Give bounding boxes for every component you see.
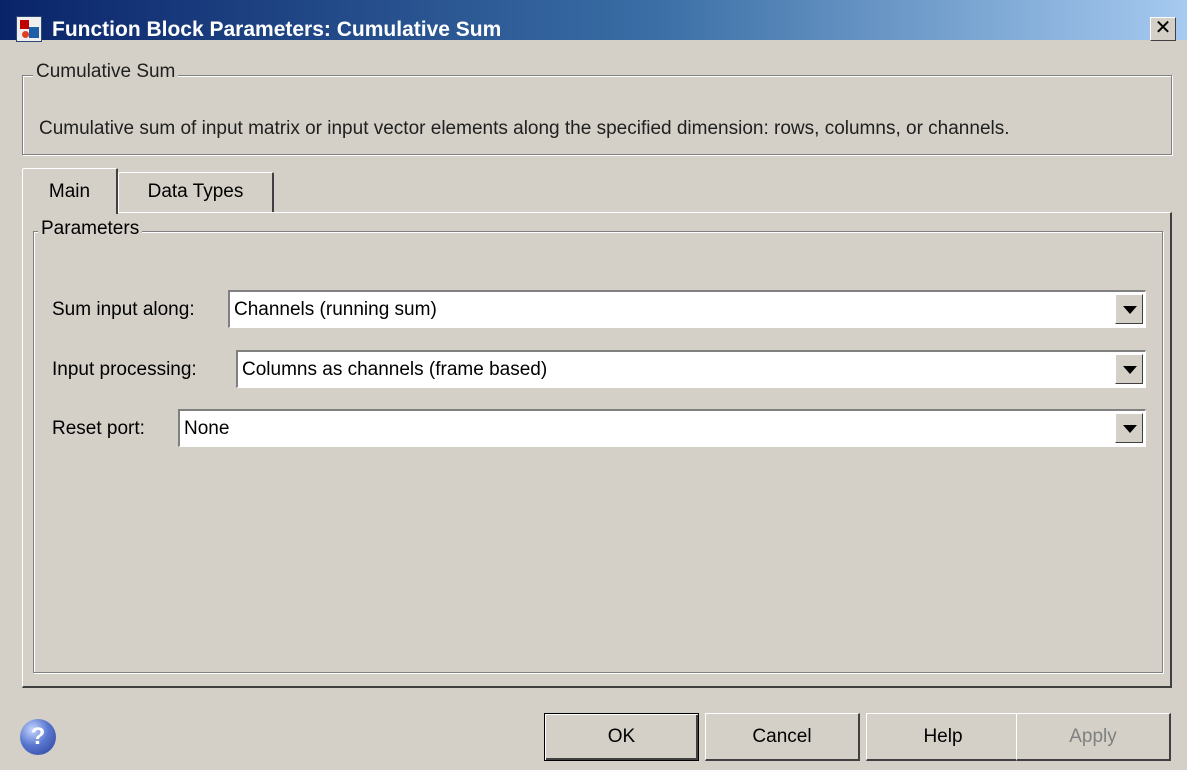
reset-port-value: None (184, 418, 230, 439)
reset-port-select[interactable]: None (178, 409, 1146, 447)
description-group: Cumulative Sum Cumulative sum of input m… (22, 61, 1172, 155)
help-button[interactable]: Help (866, 713, 1021, 761)
sum-input-along-dropdown-button[interactable] (1115, 294, 1143, 324)
help-icon-glyph: ? (30, 723, 46, 750)
chevron-down-icon (1123, 366, 1137, 374)
sum-input-along-select[interactable]: Channels (running sum) (228, 290, 1146, 328)
input-processing-select[interactable]: Columns as channels (frame based) (236, 350, 1146, 388)
cancel-button[interactable]: Cancel (705, 713, 860, 761)
close-button[interactable]: ✕ (1150, 17, 1176, 41)
block-description: Cumulative sum of input matrix or input … (39, 118, 1010, 139)
apply-button[interactable]: Apply (1016, 713, 1171, 761)
reset-port-dropdown-button[interactable] (1115, 413, 1143, 443)
tab-main-label: Main (48, 181, 91, 202)
help-question-icon[interactable]: ? (20, 719, 56, 755)
chevron-down-icon (1123, 306, 1137, 314)
sum-input-along-value: Channels (running sum) (234, 299, 437, 320)
chevron-down-icon (1123, 425, 1137, 433)
tab-data-types-label: Data Types (147, 181, 244, 202)
apply-button-label: Apply (1069, 726, 1117, 747)
description-legend: Cumulative Sum (33, 61, 179, 83)
ok-button-label: OK (607, 726, 636, 747)
parameters-group: Parameters Sum input along: Channels (ru… (33, 218, 1163, 673)
parameters-legend: Parameters (38, 218, 143, 240)
tab-panel-main: Parameters Sum input along: Channels (ru… (22, 212, 1172, 688)
simulink-block-icon (16, 16, 42, 42)
cancel-button-label: Cancel (752, 726, 812, 747)
window-title: Function Block Parameters: Cumulative Su… (52, 18, 502, 41)
tab-data-types[interactable]: Data Types (118, 172, 274, 212)
input-processing-dropdown-button[interactable] (1115, 354, 1143, 384)
ok-button[interactable]: OK (544, 713, 699, 761)
input-processing-label: Input processing: (52, 359, 197, 380)
tab-main[interactable]: Main (22, 168, 118, 214)
help-button-label: Help (923, 726, 963, 747)
close-icon: ✕ (1154, 17, 1172, 39)
sum-input-along-label: Sum input along: (52, 299, 195, 320)
reset-port-label: Reset port: (52, 418, 145, 439)
input-processing-value: Columns as channels (frame based) (242, 359, 548, 380)
title-bar[interactable]: Function Block Parameters: Cumulative Su… (0, 0, 1187, 42)
